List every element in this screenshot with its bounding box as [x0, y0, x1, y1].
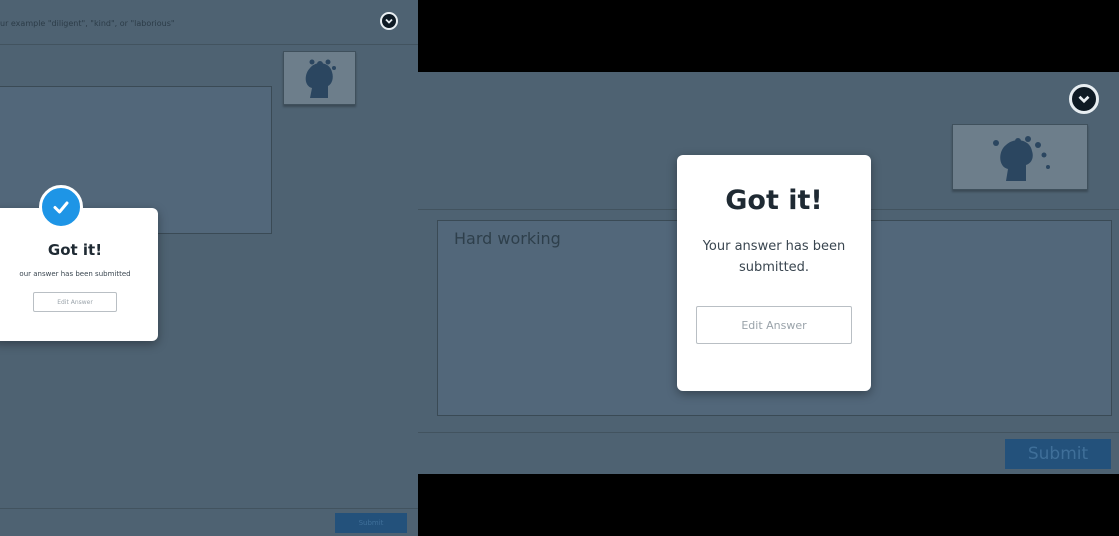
left-edit-answer-button[interactable]: Edit Answer: [33, 292, 117, 312]
right-modal-message: Your answer has been submitted.: [702, 239, 846, 275]
chevron-down-icon[interactable]: [380, 12, 398, 30]
left-top-bar: ur example "diligent", "kind", or "labor…: [0, 0, 418, 45]
chevron-down-icon[interactable]: [1069, 84, 1099, 114]
left-hint-text: ur example "diligent", "kind", or "labor…: [0, 19, 175, 28]
left-question-panel: ur example "diligent", "kind", or "labor…: [0, 0, 418, 536]
right-edit-answer-button[interactable]: Edit Answer: [696, 306, 852, 344]
right-question-panel: Hard working Submit Got it! Your answer …: [418, 72, 1119, 474]
left-confirmation-modal: Got it! our answer has been submitted Ed…: [0, 208, 158, 341]
answer-text: Hard working: [454, 229, 561, 248]
right-footer-divider: [418, 432, 1119, 433]
left-footer-divider: [0, 508, 418, 509]
brain-head-icon: [283, 51, 356, 105]
left-submit-button[interactable]: Submit: [335, 513, 407, 533]
left-modal-message: our answer has been submitted: [19, 270, 131, 278]
brain-head-icon: [952, 124, 1088, 190]
right-confirmation-modal: Got it! Your answer has been submitted. …: [677, 155, 871, 391]
check-icon: [39, 185, 83, 229]
right-submit-button[interactable]: Submit: [1005, 439, 1111, 469]
right-modal-title: Got it!: [725, 185, 823, 216]
left-modal-title: Got it!: [47, 241, 103, 259]
